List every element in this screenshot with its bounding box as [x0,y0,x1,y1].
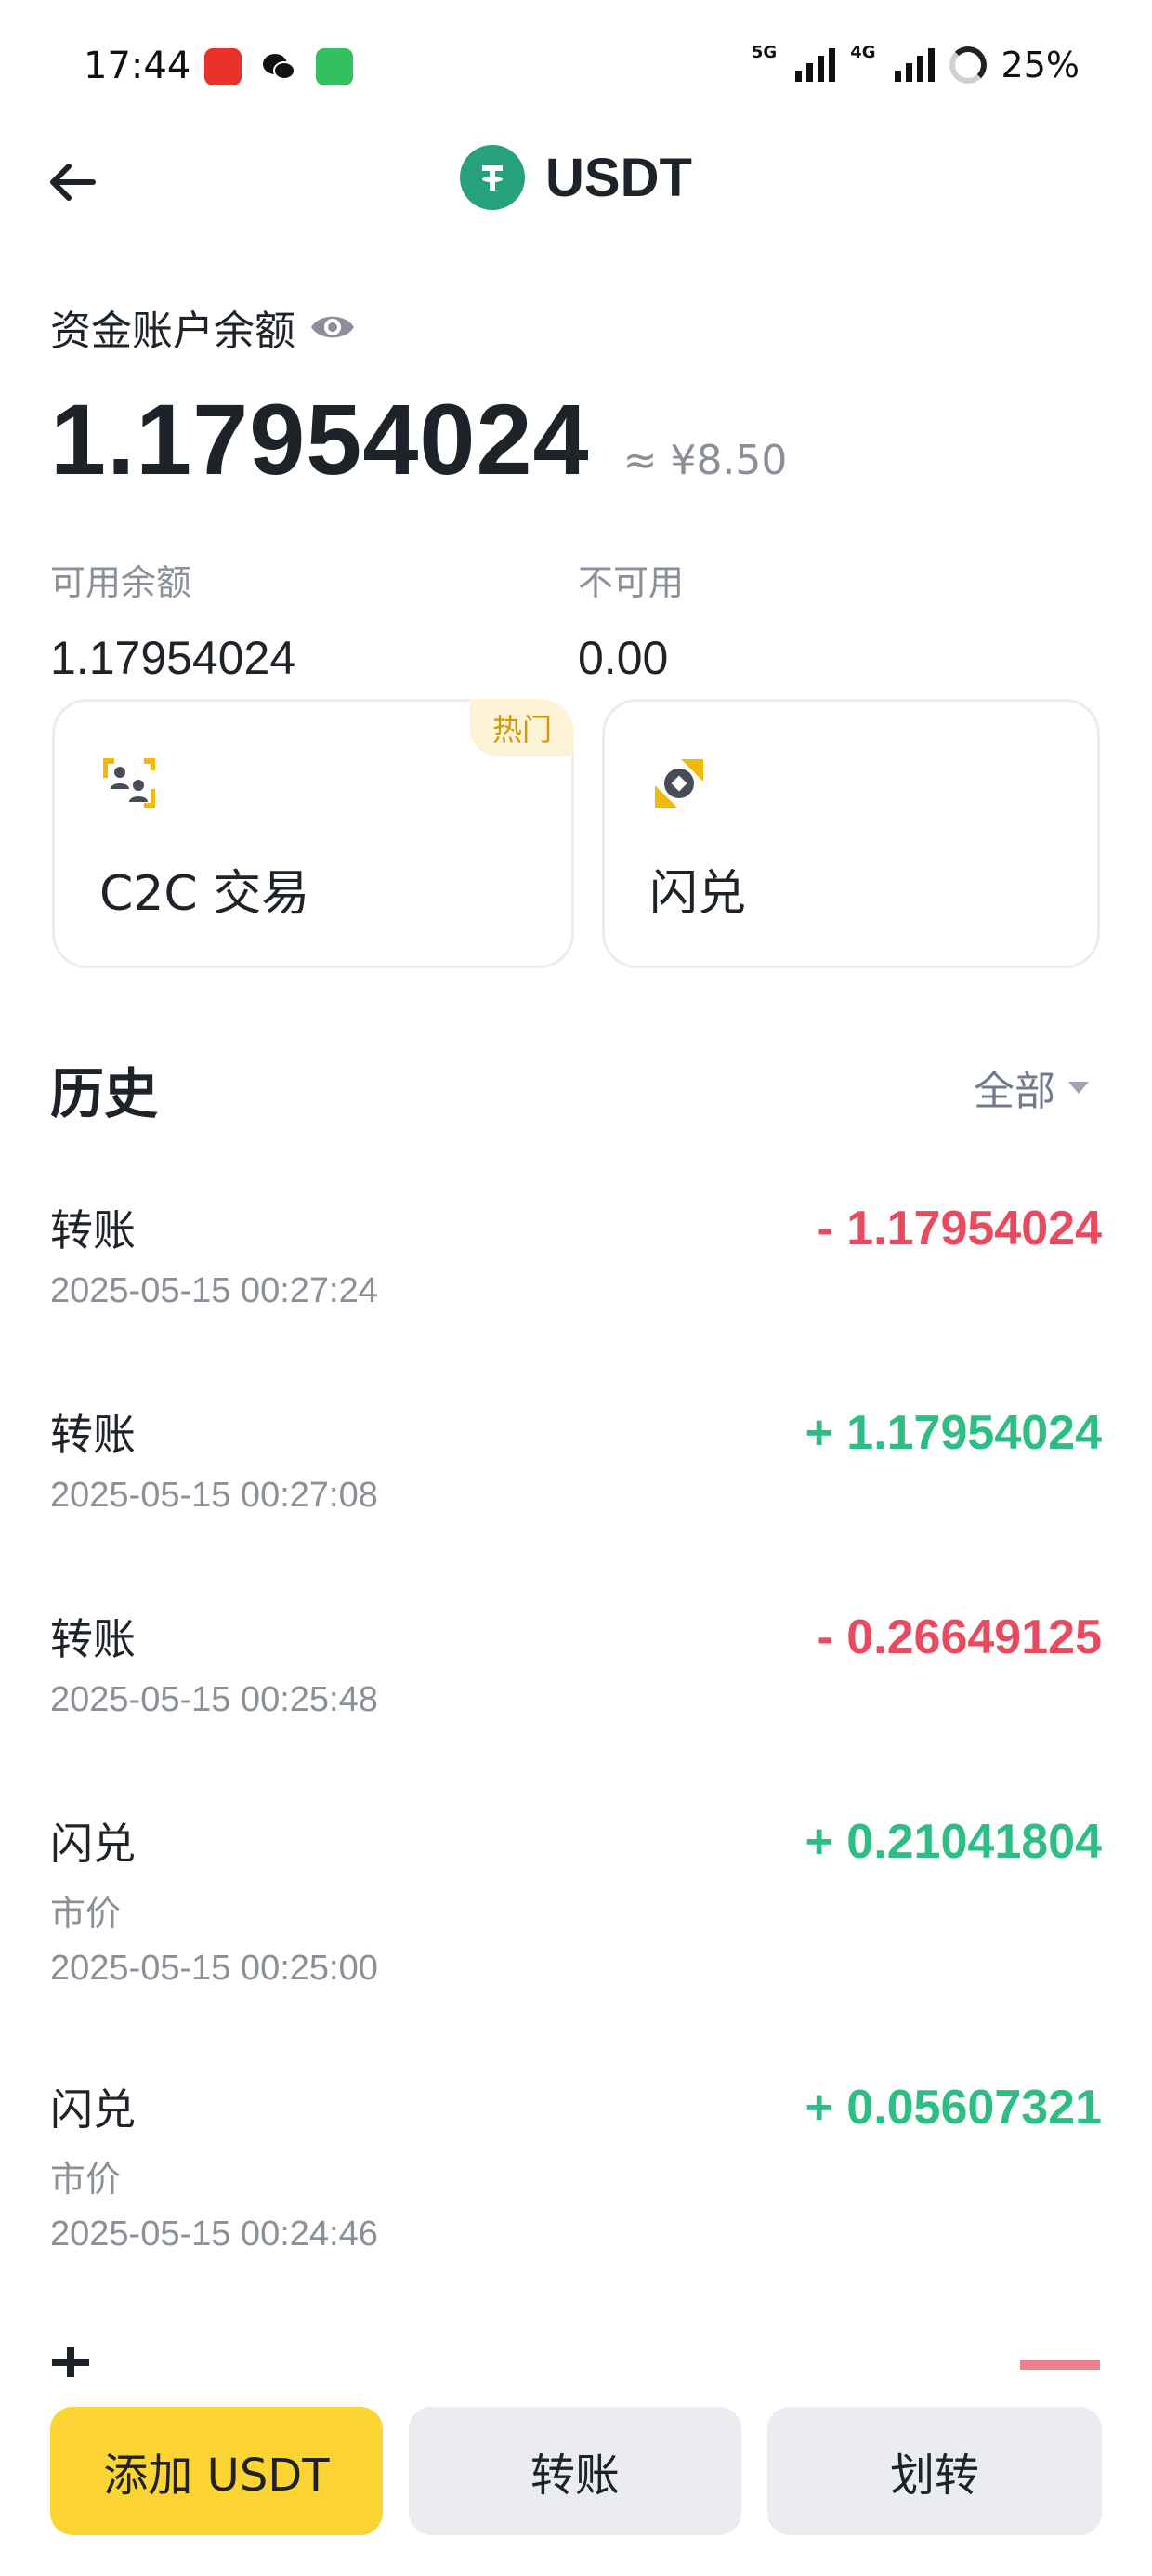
tx-amount: + 0.21041804 [805,1815,1102,1869]
signal-icon [795,48,836,82]
tx-time: 2025-05-15 00:27:08 [50,1476,378,1515]
c2c-users-icon [103,758,155,808]
c2c-trade-card[interactable]: C2C 交易 热门 [52,699,574,968]
available-value: 1.17954024 [50,632,296,684]
hot-badge: 热门 [469,699,574,756]
unavailable-balance: 不可用 0.00 [578,554,684,685]
status-time: 17:44 [84,45,191,87]
header: USDT [0,130,1152,242]
balance-row: 1.17954024 ≈ ¥8.50 [50,381,787,497]
tx-amount: + 0.05607321 [805,2081,1102,2135]
balance-label: 资金账户余额 [50,308,295,355]
eye-icon[interactable] [308,309,357,346]
page-title: USDT [0,145,1152,210]
signal-icon [894,48,935,82]
network-4g-label: 4G [850,43,876,62]
app-notification-icon [204,48,242,85]
available-label: 可用余额 [50,562,192,603]
history-filter[interactable]: 全部 [974,1058,1089,1117]
add-usdt-button[interactable]: 添加 USDT [50,2407,383,2535]
history-item-clipped [0,2342,1152,2377]
tx-time: 2025-05-15 00:27:24 [50,1271,378,1310]
tx-amount: - 1.17954024 [817,1202,1103,1255]
history-item[interactable]: 闪兑 市价 2025-05-15 00:24:46 + 0.05607321 [50,2076,1102,2254]
balance-label-row: 资金账户余额 [50,297,357,357]
bottom-action-bar: 添加 USDT 转账 划转 [0,2377,1152,2576]
tx-time: 2025-05-15 00:24:46 [50,2215,378,2254]
tx-time: 2025-05-15 00:25:48 [50,1680,378,1719]
unavailable-label: 不可用 [578,562,685,603]
tx-amount: - 0.26649125 [817,1610,1103,1664]
notification-icons [204,48,353,85]
flash-swap-label: 闪兑 [649,866,747,922]
messages-icon [316,48,353,85]
balance-value: 1.17954024 [50,383,590,495]
transfer-button[interactable]: 转账 [409,2407,741,2535]
status-indicators: 5G 4G 25% [751,43,1080,86]
history-item[interactable]: 转账 2025-05-15 00:25:48 - 0.26649125 [50,1606,1102,1720]
swap-icon [655,759,703,808]
balance-fiat-value: ≈ ¥8.50 [622,437,788,484]
network-5g-label: 5G [751,43,778,62]
tx-order-type: 市价 [50,2159,122,2200]
filter-label: 全部 [974,1068,1055,1115]
tx-amount: + 1.17954024 [805,1406,1102,1460]
wechat-icon [263,54,295,80]
internal-transfer-button[interactable]: 划转 [767,2407,1102,2535]
page-title-text: USDT [545,147,692,208]
history-item[interactable]: 转账 2025-05-15 00:27:24 - 1.17954024 [50,1197,1102,1311]
unavailable-value: 0.00 [578,632,669,684]
tx-time: 2025-05-15 00:25:00 [50,1949,378,1988]
battery-icon [949,46,987,84]
history-item[interactable]: 转账 2025-05-15 00:27:08 + 1.17954024 [50,1401,1102,1516]
status-bar: 17:44 5G 4G 25% [0,0,1152,139]
chevron-down-icon [1068,1081,1089,1094]
c2c-trade-label: C2C 交易 [99,866,310,922]
flash-swap-card[interactable]: 闪兑 [602,699,1100,968]
battery-level: 25% [1001,45,1080,85]
tether-icon [460,145,526,210]
history-item[interactable]: 闪兑 市价 2025-05-15 00:25:00 + 0.21041804 [50,1810,1102,1989]
clipped-row-fragment [52,2347,1100,2377]
tx-order-type: 市价 [50,1893,122,1934]
history-title: 历史 [50,1062,159,1125]
available-balance: 可用余额 1.17954024 [50,554,295,685]
